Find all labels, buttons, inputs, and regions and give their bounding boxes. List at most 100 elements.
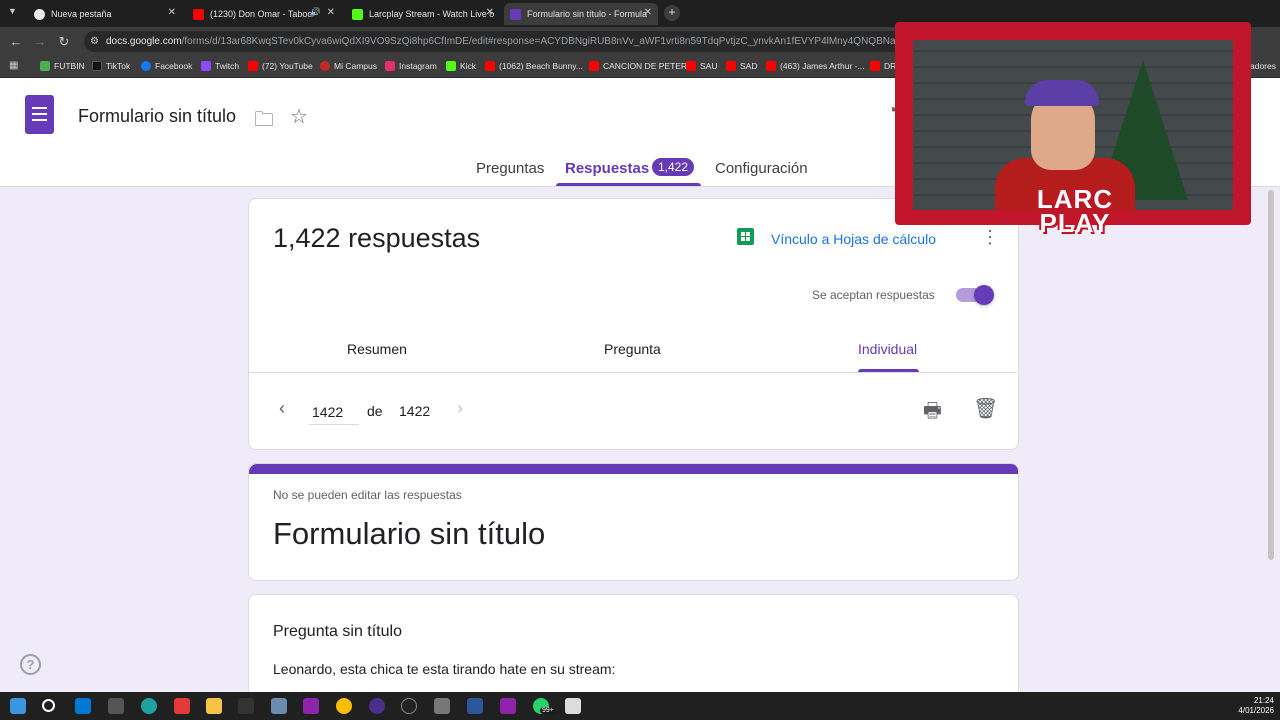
accepting-responses-toggle[interactable] xyxy=(956,285,994,305)
bookmark-tiktok[interactable]: TikTok xyxy=(92,61,130,71)
address-bar[interactable]: ⚙ docs.google.com/forms/d/13ar68KwqSTev0… xyxy=(84,31,904,52)
close-tab-icon[interactable]: ✕ xyxy=(644,7,652,18)
bookmark-twitch[interactable]: Twitch xyxy=(201,61,239,71)
youtube-icon xyxy=(248,61,258,71)
page-scrollbar[interactable] xyxy=(1268,190,1274,560)
response-form-title: Formulario sin título xyxy=(273,516,546,551)
response-count: 1,422 respuestas xyxy=(273,223,481,253)
url-host: docs.google.com xyxy=(106,36,182,47)
kick-icon xyxy=(352,8,363,20)
next-response-icon[interactable]: › xyxy=(457,398,463,419)
site-info-icon[interactable]: ⚙ xyxy=(90,31,99,52)
close-tab-icon[interactable]: ✕ xyxy=(486,7,494,18)
search-icon[interactable] xyxy=(42,699,55,712)
instagram-icon xyxy=(385,61,395,71)
bookmark-instagram[interactable]: Instagram xyxy=(385,61,437,71)
youtube-icon xyxy=(870,61,880,71)
link-to-sheets[interactable]: Vínculo a Hojas de cálculo xyxy=(771,231,936,247)
youtube-icon xyxy=(589,61,599,71)
bookmark-kick[interactable]: Kick xyxy=(446,61,476,71)
app-icon[interactable] xyxy=(108,698,124,714)
response-number-input[interactable]: 1422 xyxy=(309,397,359,425)
bookmark-cancion-peter[interactable]: CANCION DE PETER xyxy=(589,61,687,71)
reload-icon[interactable]: ↻ xyxy=(52,34,76,50)
bookmark-folder-tail[interactable]: adores xyxy=(1250,61,1276,71)
obs-icon[interactable] xyxy=(369,698,385,714)
subtab-pregunta[interactable]: Pregunta xyxy=(604,341,661,357)
sheets-icon[interactable] xyxy=(737,228,754,245)
of-label: de xyxy=(367,403,383,419)
responses-count-badge: 1,422 xyxy=(652,158,695,176)
bookmark-mi-campus[interactable]: Mi Campus xyxy=(320,61,377,71)
close-tab-icon[interactable]: ✕ xyxy=(168,7,176,18)
new-tab-button[interactable]: + xyxy=(664,5,680,21)
twitch-icon xyxy=(201,61,211,71)
back-icon[interactable]: ← xyxy=(4,34,28,49)
bookmark-facebook[interactable]: Facebook xyxy=(141,61,192,71)
question-card: Pregunta sin título Leonardo, esta chica… xyxy=(248,594,1019,704)
chrome-icon[interactable] xyxy=(336,698,352,714)
browser-tab-kick[interactable]: Larcplay Stream - Watch Live o ✕ xyxy=(346,3,500,25)
app-icon[interactable] xyxy=(238,698,254,714)
tiktok-icon xyxy=(92,61,102,71)
clock-date: 4/01/2026 xyxy=(1238,706,1274,715)
youtube-icon xyxy=(193,8,204,20)
browser-tab-forms[interactable]: Formulario sin título - Formula ✕ xyxy=(504,3,658,25)
form-title[interactable]: Formulario sin título xyxy=(78,106,236,127)
more-vert-icon[interactable]: ⋮ xyxy=(981,227,999,248)
audio-icon: 🔊 xyxy=(309,7,321,17)
bookmark-beach-bunny[interactable]: (1062) Beach Bunny... xyxy=(485,61,583,71)
question-answer: Leonardo, esta chica te esta tirando hat… xyxy=(273,661,616,677)
form-color-bar xyxy=(249,464,1018,474)
windows-start-icon[interactable] xyxy=(10,698,26,714)
streamer-cap xyxy=(1025,80,1099,106)
close-tab-icon[interactable]: ✕ xyxy=(327,7,335,18)
word-icon[interactable] xyxy=(467,698,483,714)
tab-list-menu-icon[interactable]: ▼ xyxy=(8,6,17,16)
larc-play-logo: LARC PLAY xyxy=(1036,184,1114,238)
bookmark-futbin[interactable]: FUTBIN xyxy=(40,61,85,71)
tab-label: (1230) Don Omar - Taboo xyxy=(210,9,313,19)
accepting-responses-label: Se aceptan respuestas xyxy=(812,288,935,302)
folder-icon[interactable]: 🗀 xyxy=(254,105,274,139)
windows-taskbar: 99+ 21:24 4/01/2026 xyxy=(0,692,1280,720)
print-icon[interactable]: 🖶 xyxy=(923,396,942,430)
delete-icon[interactable]: 🗑 xyxy=(973,396,998,421)
edge-icon[interactable] xyxy=(141,698,157,714)
app-icon[interactable] xyxy=(271,698,287,714)
store-icon[interactable] xyxy=(75,698,91,714)
facebook-icon xyxy=(141,61,151,71)
app-icon[interactable] xyxy=(500,698,516,714)
tab-preguntas[interactable]: Preguntas xyxy=(476,160,544,177)
file-explorer-icon[interactable] xyxy=(206,698,222,714)
card-divider xyxy=(249,372,1017,373)
subtab-individual[interactable]: Individual xyxy=(858,341,917,357)
forms-logo-icon[interactable] xyxy=(25,95,54,134)
browser-tab-youtube[interactable]: (1230) Don Omar - Taboo 🔊 ✕ xyxy=(187,3,341,25)
app-icon[interactable] xyxy=(174,698,190,714)
subtab-resumen[interactable]: Resumen xyxy=(347,341,407,357)
response-header-card: No se pueden editar las respuestas Formu… xyxy=(248,463,1019,581)
system-clock[interactable]: 21:24 4/01/2026 xyxy=(1238,696,1274,716)
bookmark-sau[interactable]: SAU xyxy=(686,61,717,71)
obs-studio-icon[interactable] xyxy=(401,698,417,714)
clock-time: 21:24 xyxy=(1253,696,1274,705)
help-icon[interactable]: ? xyxy=(20,654,41,675)
previous-response-icon[interactable]: ‹ xyxy=(279,398,285,419)
app-icon[interactable] xyxy=(303,698,319,714)
tab-respuestas[interactable]: Respuestas xyxy=(565,160,649,177)
tab-label: Nueva pestaña xyxy=(51,9,112,19)
apps-icon[interactable]: ▦ xyxy=(9,60,18,71)
app-icon[interactable] xyxy=(565,698,581,714)
tab-configuracion[interactable]: Configuración xyxy=(715,160,808,177)
forward-icon[interactable]: → xyxy=(28,34,52,49)
bookmark-youtube[interactable]: (72) YouTube xyxy=(248,61,313,71)
campus-icon xyxy=(320,61,330,71)
star-icon[interactable]: ☆ xyxy=(290,104,308,129)
bookmark-sad[interactable]: SAD xyxy=(726,61,757,71)
browser-tab-new[interactable]: Nueva pestaña ✕ xyxy=(28,3,182,25)
bookmark-james-arthur[interactable]: (463) James Arthur -... xyxy=(766,61,865,71)
chrome-icon xyxy=(34,8,45,20)
calculator-icon[interactable] xyxy=(434,698,450,714)
youtube-icon xyxy=(726,61,736,71)
